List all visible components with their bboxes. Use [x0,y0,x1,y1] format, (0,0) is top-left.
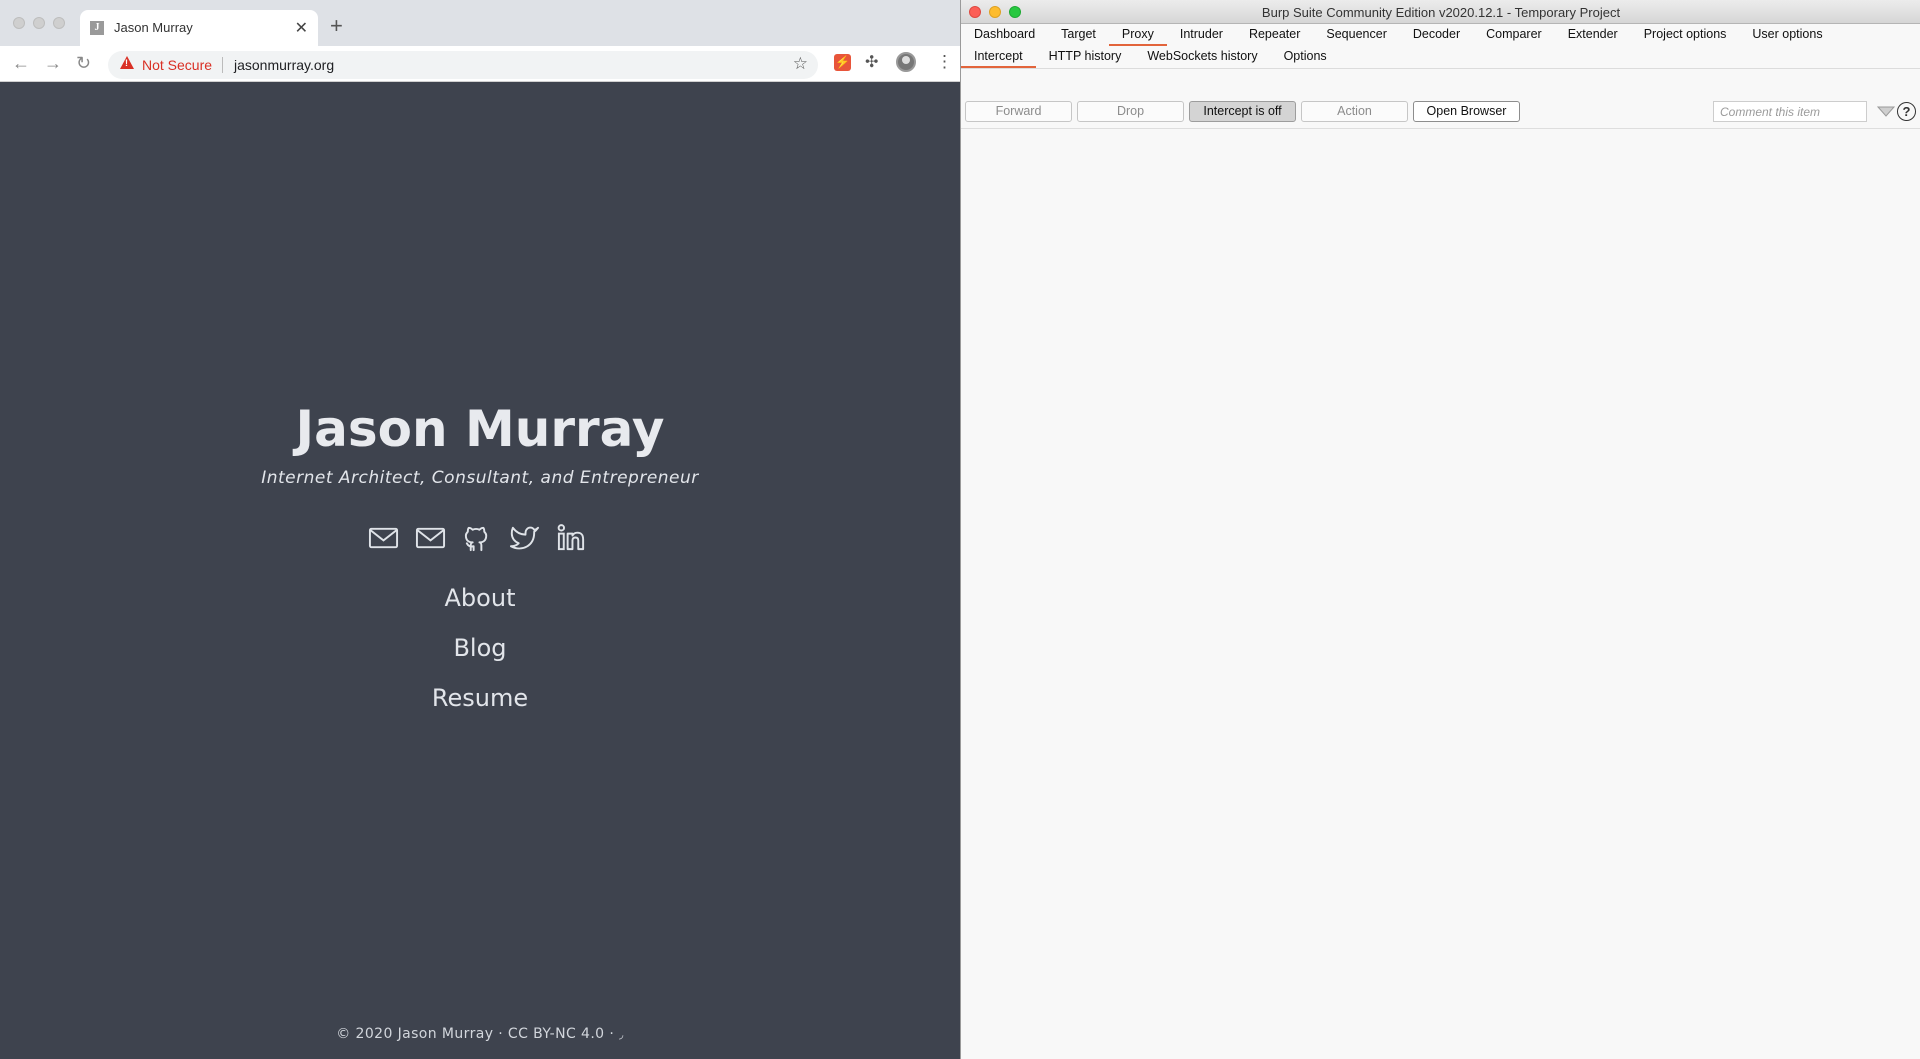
close-tab-icon[interactable]: ✕ [295,18,308,38]
extension-icon[interactable]: ⚡ [834,54,851,71]
back-icon[interactable]: ← [12,53,30,74]
site-footer: © 2020 Jason Murray · CC BY-NC 4.0 · ◞ [0,1026,960,1042]
address-bar[interactable]: ! Not Secure jasonmurray.org ☆ [108,51,818,79]
tab-proxy[interactable]: Proxy [1108,24,1167,46]
tab-dashboard[interactable]: Dashboard [961,24,1048,46]
burp-window-title: Burp Suite Community Edition v2020.12.1 … [1261,5,1621,20]
browser-window: J Jason Murray ✕ + ← → ↻ ! Not Secure ja… [0,0,960,1059]
warning-icon: ! [120,56,134,69]
minimize-window-button[interactable] [33,17,45,29]
subtab-options[interactable]: Options [1271,46,1340,68]
tab-project-options[interactable]: Project options [1631,24,1740,46]
burp-window: Burp Suite Community Edition v2020.12.1 … [960,0,1920,1059]
intercept-toggle-button[interactable]: Intercept is off [1189,101,1296,122]
subtab-http-history[interactable]: HTTP history [1036,46,1135,68]
extensions-puzzle-icon[interactable]: ✣ [865,52,878,72]
site-favicon-icon: J [90,21,104,35]
address-divider [222,57,223,73]
subtab-websockets-history[interactable]: WebSockets history [1134,46,1270,68]
tab-comparer[interactable]: Comparer [1473,24,1555,46]
action-button[interactable]: Action [1301,101,1408,122]
browser-titlebar: J Jason Murray ✕ + [0,0,960,46]
tab-sequencer[interactable]: Sequencer [1313,24,1399,46]
url-text[interactable]: jasonmurray.org [234,57,334,73]
rss-icon[interactable]: ◞ [619,1028,624,1041]
help-icon[interactable]: ? [1897,102,1916,121]
profile-avatar-icon[interactable] [896,52,916,72]
tab-decoder[interactable]: Decoder [1400,24,1473,46]
nav-resume-link[interactable]: Resume [0,684,960,712]
tab-target[interactable]: Target [1048,24,1109,46]
github-icon[interactable] [462,522,493,553]
nav-blog-link[interactable]: Blog [0,634,960,662]
highlight-icon[interactable] [1876,104,1896,118]
proxy-sub-tabs: Intercept HTTP history WebSockets histor… [961,46,1920,69]
reload-icon[interactable]: ↻ [76,53,91,74]
comment-field[interactable]: Comment this item [1713,101,1867,122]
burp-main-tabs: Dashboard Target Proxy Intruder Repeater… [961,24,1920,46]
menu-kebab-icon[interactable]: ⋮ [936,52,953,72]
linkedin-icon[interactable] [556,522,587,553]
intercept-message-area [961,129,1920,1059]
new-tab-icon[interactable]: + [330,13,343,39]
mail-icon[interactable] [368,522,399,553]
tab-extender[interactable]: Extender [1555,24,1631,46]
tab-repeater[interactable]: Repeater [1236,24,1313,46]
site-subtitle: Internet Architect, Consultant, and Entr… [261,468,699,488]
browser-tab[interactable]: J Jason Murray ✕ [80,10,318,46]
social-links [368,522,592,558]
zoom-window-button[interactable] [53,17,65,29]
twitter-icon[interactable] [509,522,540,553]
tab-title: Jason Murray [114,20,193,35]
tab-intruder[interactable]: Intruder [1167,24,1236,46]
security-label[interactable]: Not Secure [142,57,212,73]
burp-titlebar: Burp Suite Community Edition v2020.12.1 … [961,0,1920,24]
bookmark-star-icon[interactable]: ☆ [793,54,808,74]
mail-icon[interactable] [415,522,446,553]
open-browser-button[interactable]: Open Browser [1413,101,1520,122]
drop-button[interactable]: Drop [1077,101,1184,122]
subtab-intercept[interactable]: Intercept [961,46,1036,68]
webpage: Jason Murray Internet Architect, Consult… [0,82,960,1059]
site-title: Jason Murray [295,400,665,458]
footer-text: © 2020 Jason Murray · CC BY-NC 4.0 · [336,1026,615,1042]
intercept-toolbar: Forward Drop Intercept is off Action Ope… [961,100,1920,124]
forward-button[interactable]: Forward [965,101,1072,122]
close-window-button[interactable] [13,17,25,29]
nav-about-link[interactable]: About [0,584,960,612]
forward-icon[interactable]: → [44,53,62,74]
browser-toolbar: ← → ↻ ! Not Secure jasonmurray.org ☆ ⚡ ✣… [0,46,960,82]
tab-user-options[interactable]: User options [1739,24,1835,46]
